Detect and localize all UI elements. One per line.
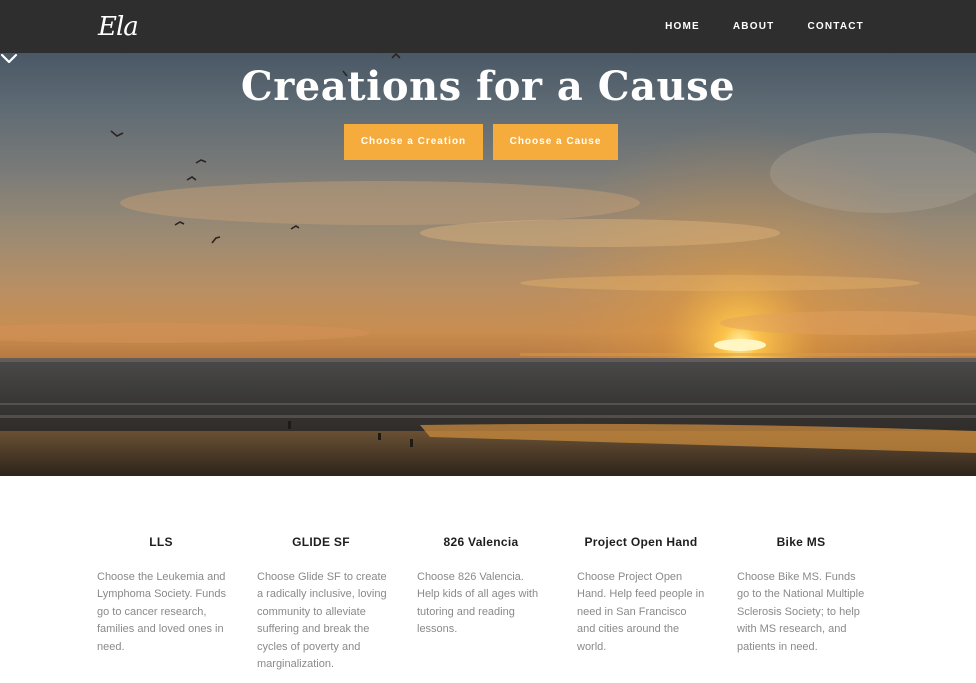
- cause-description: Choose Bike MS. Funds go to the National…: [737, 571, 865, 653]
- choose-cause-button[interactable]: Choose a Cause: [493, 124, 618, 160]
- choose-creation-button[interactable]: Choose a Creation: [344, 124, 483, 160]
- site-logo[interactable]: Ela: [98, 12, 139, 42]
- cause-description: Choose Project Open Hand. Help feed peop…: [577, 571, 705, 653]
- nav-link-about[interactable]: ABOUT: [733, 21, 775, 32]
- nav-link-home[interactable]: HOME: [665, 21, 700, 32]
- chevron-down-icon[interactable]: [0, 53, 18, 65]
- hero-banner: Creations for a Cause Choose a Creation …: [0, 53, 976, 476]
- hero-title: Creations for a Cause: [240, 63, 736, 110]
- cause-title[interactable]: LLS: [97, 535, 225, 549]
- cause-title[interactable]: Bike MS: [737, 535, 865, 549]
- nav-link-contact[interactable]: CONTACT: [807, 21, 864, 32]
- cause-title[interactable]: GLIDE SF: [257, 535, 385, 549]
- causes-section: LLS Choose the Leukemia and Lymphoma Soc…: [97, 476, 887, 683]
- cause-title[interactable]: 826 Valencia: [417, 535, 545, 549]
- cause-description: Choose the Leukemia and Lymphoma Society…: [97, 571, 227, 653]
- nav-links: HOME ABOUT CONTACT: [632, 0, 864, 53]
- navbar: Ela HOME ABOUT CONTACT: [0, 0, 976, 53]
- cause-description: Choose 826 Valencia. Help kids of all ag…: [417, 571, 539, 636]
- cause-description: Choose Glide SF to create a radically in…: [257, 571, 387, 671]
- cause-title[interactable]: Project Open Hand: [577, 535, 705, 549]
- sunset-background-image: [0, 53, 976, 476]
